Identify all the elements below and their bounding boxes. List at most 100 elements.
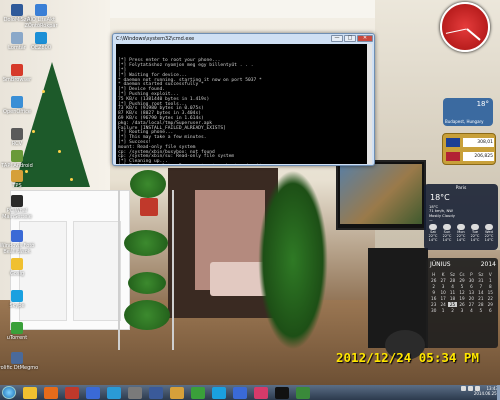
calendar-day[interactable]: 31 [476, 278, 485, 283]
calendar-day[interactable]: 12 [457, 290, 466, 295]
cmd-console-output[interactable]: [*] Press enter to root your phone... [*]… [116, 44, 372, 164]
mail-icon[interactable] [86, 386, 100, 399]
forecast-lo: 14°C [470, 238, 480, 242]
calendar-day[interactable]: 9 [429, 290, 438, 295]
app-icon[interactable] [128, 386, 142, 399]
app-icon [11, 150, 23, 162]
calendar-day[interactable]: 6 [467, 284, 476, 289]
calendar-day[interactable]: 2 [448, 308, 457, 313]
app-icon[interactable] [170, 386, 184, 399]
calendar-day[interactable]: 8 [486, 284, 495, 289]
calendar-day[interactable]: 3 [438, 284, 447, 289]
calendar-day[interactable]: 24 [438, 302, 447, 307]
utorrent-icon [11, 322, 23, 334]
app-icon[interactable] [296, 386, 310, 399]
close-button[interactable]: ✕ [357, 35, 373, 42]
tree-light [58, 150, 61, 153]
calendar-day[interactable]: 2 [429, 284, 438, 289]
desktop-icon[interactable]: OEZ800 [18, 32, 64, 51]
calendar-day[interactable]: 3 [457, 308, 466, 313]
calendar-day[interactable]: 7 [476, 284, 485, 289]
weather-mini-place: Budapest, Hungary [445, 119, 484, 124]
clock-gadget[interactable] [440, 2, 490, 52]
weather-gadget[interactable]: Paris 18°C 18°C 71 km/h, NW Mostly Cloudy —… [424, 184, 498, 250]
forecast-day: Tue 22°C 14°C [469, 224, 481, 242]
calendar-day[interactable]: 10 [438, 290, 447, 295]
calendar-day[interactable]: 26 [457, 302, 466, 307]
firefox-icon[interactable] [44, 386, 58, 399]
explorer-icon[interactable] [23, 386, 37, 399]
desktop-icon[interactable]: Skype [0, 290, 40, 309]
currency-gadget[interactable]: 308,01 206,825 [442, 133, 496, 165]
calendar-weekday: V [488, 272, 492, 277]
calendar-day[interactable]: 14 [476, 290, 485, 295]
desktop-icon[interactable]: RCV [0, 128, 40, 147]
calendar-day[interactable]: 16 [429, 296, 438, 301]
calendar-day[interactable]: 17 [438, 296, 447, 301]
calendar-day[interactable]: 28 [476, 302, 485, 307]
cmd-window[interactable]: C:\Windows\system32\cmd.exe — □ ✕ [*] Pr… [112, 33, 375, 166]
weather-mini-gadget[interactable]: 18° Budapest, Hungary [443, 98, 493, 126]
taskbar-clock[interactable]: 13:43 2014.06.25. [458, 386, 498, 396]
minimize-button[interactable]: — [331, 35, 343, 42]
calendar-day[interactable]: 28 [448, 278, 457, 283]
desktop-icon-label: SmBrowser [2, 77, 32, 83]
save-icon[interactable] [149, 386, 163, 399]
calendar-day[interactable]: 4 [467, 308, 476, 313]
skype-icon[interactable] [212, 386, 226, 399]
calendar-day[interactable]: 1 [438, 308, 447, 313]
calendar-day[interactable]: 27 [438, 278, 447, 283]
forecast-day: Sun 22°C 14°C [441, 224, 453, 242]
calendar-day[interactable]: 15 [486, 290, 495, 295]
cmd-titlebar[interactable]: C:\Windows\system32\cmd.exe — □ ✕ [113, 34, 374, 43]
cmd-title: C:\Windows\system32\cmd.exe [116, 35, 195, 42]
calendar-day[interactable]: 21 [476, 296, 485, 301]
clock-minute-hand [445, 28, 467, 34]
app-icon[interactable] [65, 386, 79, 399]
utorrent-icon[interactable] [191, 386, 205, 399]
calendar-day[interactable]: 26 [429, 278, 438, 283]
app-icon [35, 4, 47, 16]
desktop-icon[interactable]: Gosig [0, 258, 40, 277]
calendar-day[interactable]: 30 [467, 278, 476, 283]
calendar-day[interactable]: 13 [467, 290, 476, 295]
maximize-button[interactable]: □ [344, 35, 356, 42]
desktop-icon[interactable]: uTorrent [0, 322, 40, 341]
app-icon[interactable] [107, 386, 121, 399]
calendar-day[interactable]: 18 [448, 296, 457, 301]
calendar-day[interactable]: 27 [467, 302, 476, 307]
calendar-day[interactable]: 5 [476, 308, 485, 313]
calendar-day[interactable]: 11 [448, 290, 457, 295]
calendar-day[interactable]: 30 [429, 308, 438, 313]
calendar-gadget[interactable]: JÚNIUS 2014 H K Sz Cs P Sz V 26 27 28 29 30 31 1 2 3 4 5 6… [426, 258, 498, 348]
calendar-day[interactable]: 1 [486, 278, 495, 283]
calendar-day[interactable]: 29 [486, 302, 495, 307]
tv-screen [340, 164, 422, 224]
start-button[interactable] [2, 386, 16, 399]
desktop-icon[interactable]: AIO LiteAkt ZÖntöRökpár [18, 4, 64, 29]
cmd-icon[interactable] [275, 386, 289, 399]
desktop-icon[interactable]: OpenOffice [0, 96, 40, 115]
desktop-icon[interactable]: Windows Fotó Beállítások [0, 230, 40, 255]
desktop-icon[interactable]: PCIWhal MainSettele [0, 195, 40, 220]
forecast-day: Sat 22°C 14°C [427, 224, 439, 242]
calendar-day[interactable]: 23 [429, 302, 438, 307]
desktop-icon[interactable]: TPS [0, 170, 40, 189]
calendar-day[interactable]: 19 [457, 296, 466, 301]
app-icon[interactable] [233, 386, 247, 399]
cabinet-door-right [73, 221, 121, 321]
app-icon[interactable] [254, 386, 268, 399]
calendar-day[interactable]: 4 [448, 284, 457, 289]
cmd-scrollbar[interactable] [367, 44, 372, 164]
calendar-day[interactable]: 20 [467, 296, 476, 301]
desktop-icon[interactable]: SmBrowser [0, 64, 40, 83]
desktop-icon[interactable]: TAPI Android [0, 150, 40, 169]
calendar-day[interactable]: 29 [457, 278, 466, 283]
calendar-day[interactable]: 22 [486, 296, 495, 301]
desktop-icon[interactable]: Prolific DtMegmo [0, 352, 40, 371]
app-icon [11, 352, 23, 364]
calendar-day[interactable]: 5 [457, 284, 466, 289]
calendar-day[interactable]: 25 [447, 302, 458, 307]
desktop-icon-label: TPS [12, 183, 22, 189]
calendar-day[interactable]: 6 [486, 308, 495, 313]
